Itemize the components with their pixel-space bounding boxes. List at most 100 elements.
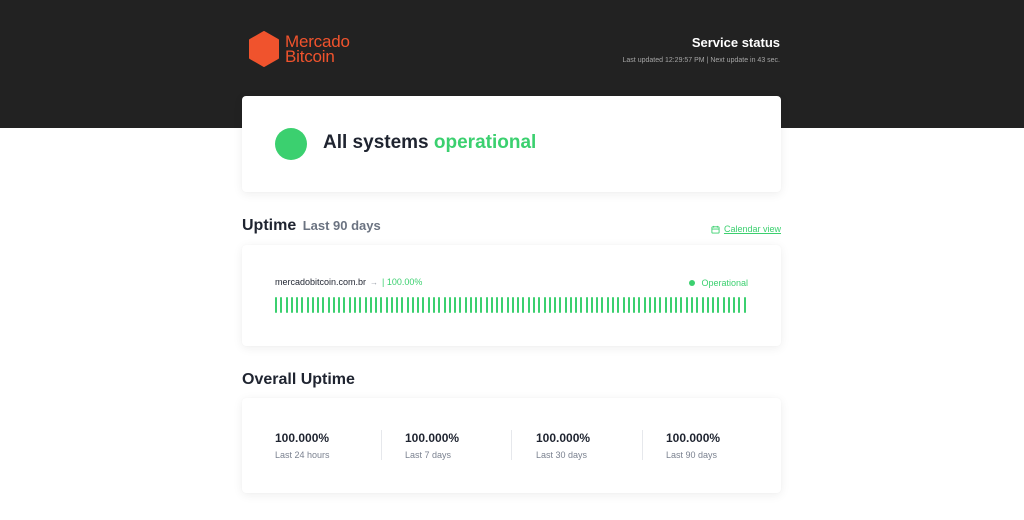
uptime-day-bar[interactable] bbox=[280, 297, 283, 313]
uptime-day-bar[interactable] bbox=[338, 297, 341, 313]
uptime-day-bar[interactable] bbox=[390, 297, 393, 313]
uptime-day-bar[interactable] bbox=[659, 297, 662, 313]
uptime-day-bar[interactable] bbox=[459, 297, 462, 313]
uptime-day-bar[interactable] bbox=[285, 297, 288, 313]
uptime-day-bar[interactable] bbox=[559, 297, 562, 313]
uptime-day-bar[interactable] bbox=[638, 297, 641, 313]
uptime-day-bar[interactable] bbox=[596, 297, 599, 313]
uptime-day-bar[interactable] bbox=[343, 297, 346, 313]
uptime-day-bar[interactable] bbox=[733, 297, 736, 313]
uptime-day-bar[interactable] bbox=[696, 297, 699, 313]
uptime-day-bar[interactable] bbox=[454, 297, 457, 313]
arrow-right-icon[interactable]: → bbox=[370, 278, 378, 287]
uptime-day-bar[interactable] bbox=[359, 297, 362, 313]
uptime-day-bar[interactable] bbox=[396, 297, 399, 313]
uptime-day-bar[interactable] bbox=[706, 297, 709, 313]
uptime-day-bar[interactable] bbox=[311, 297, 314, 313]
uptime-day-bar[interactable] bbox=[348, 297, 351, 313]
overall-uptime-card: 100.000% Last 24 hours 100.000% Last 7 d… bbox=[242, 398, 781, 493]
uptime-day-bar[interactable] bbox=[585, 297, 588, 313]
uptime-day-bar[interactable] bbox=[511, 297, 514, 313]
uptime-day-bar[interactable] bbox=[448, 297, 451, 313]
uptime-day-bar[interactable] bbox=[580, 297, 583, 313]
uptime-day-bar[interactable] bbox=[369, 297, 372, 313]
uptime-day-bar[interactable] bbox=[675, 297, 678, 313]
uptime-day-bar[interactable] bbox=[533, 297, 536, 313]
uptime-day-bar[interactable] bbox=[401, 297, 404, 313]
uptime-day-bar[interactable] bbox=[712, 297, 715, 313]
monitor-name[interactable]: mercadobitcoin.com.br bbox=[275, 277, 366, 287]
uptime-day-bar[interactable] bbox=[322, 297, 325, 313]
uptime-day-bar[interactable] bbox=[380, 297, 383, 313]
uptime-day-bar[interactable] bbox=[506, 297, 509, 313]
brand-logo[interactable]: Mercado Bitcoin bbox=[248, 31, 350, 67]
uptime-day-bar[interactable] bbox=[527, 297, 530, 313]
hexagon-logo-icon bbox=[249, 31, 279, 67]
uptime-day-bar[interactable] bbox=[538, 297, 541, 313]
uptime-day-bar[interactable] bbox=[648, 297, 651, 313]
uptime-day-bar[interactable] bbox=[622, 297, 625, 313]
uptime-day-bar[interactable] bbox=[306, 297, 309, 313]
uptime-day-bar[interactable] bbox=[485, 297, 488, 313]
uptime-day-bar[interactable] bbox=[480, 297, 483, 313]
uptime-day-bar[interactable] bbox=[443, 297, 446, 313]
uptime-day-bar[interactable] bbox=[548, 297, 551, 313]
uptime-day-bar[interactable] bbox=[422, 297, 425, 313]
uptime-day-bar[interactable] bbox=[432, 297, 435, 313]
uptime-day-bar[interactable] bbox=[617, 297, 620, 313]
uptime-day-bar[interactable] bbox=[612, 297, 614, 313]
uptime-day-bar[interactable] bbox=[327, 297, 330, 313]
uptime-day-bar[interactable] bbox=[575, 297, 578, 313]
uptime-day-bar[interactable] bbox=[496, 297, 499, 313]
uptime-day-bar[interactable] bbox=[569, 297, 572, 313]
uptime-card: mercadobitcoin.com.br → | 100.00% Operat… bbox=[242, 245, 781, 346]
uptime-day-bar[interactable] bbox=[701, 297, 704, 313]
uptime-day-bar[interactable] bbox=[438, 297, 441, 313]
uptime-day-bar[interactable] bbox=[738, 297, 741, 313]
uptime-day-bar[interactable] bbox=[685, 297, 688, 313]
uptime-day-bar[interactable] bbox=[406, 297, 409, 313]
uptime-day-bar[interactable] bbox=[464, 297, 467, 313]
uptime-day-bar[interactable] bbox=[332, 297, 335, 313]
uptime-day-bar[interactable] bbox=[590, 297, 593, 313]
uptime-day-bar[interactable] bbox=[717, 297, 720, 313]
uptime-day-bar[interactable] bbox=[627, 297, 630, 313]
uptime-day-bar[interactable] bbox=[469, 297, 472, 313]
header-info: Service status Last updated 12:29:57 PM … bbox=[623, 35, 780, 64]
uptime-day-bar[interactable] bbox=[385, 297, 388, 313]
uptime-day-bar[interactable] bbox=[601, 297, 604, 313]
brand-name: Mercado Bitcoin bbox=[285, 33, 350, 65]
uptime-day-bar[interactable] bbox=[375, 297, 378, 313]
uptime-day-bar[interactable] bbox=[517, 297, 520, 313]
uptime-day-bar[interactable] bbox=[501, 297, 504, 313]
uptime-day-bar[interactable] bbox=[317, 297, 320, 313]
uptime-day-bar[interactable] bbox=[564, 297, 567, 313]
uptime-day-bar[interactable] bbox=[364, 297, 367, 313]
uptime-day-bar[interactable] bbox=[522, 297, 525, 313]
uptime-day-bar[interactable] bbox=[633, 297, 636, 313]
uptime-day-bar[interactable] bbox=[722, 297, 725, 313]
uptime-day-bar[interactable] bbox=[427, 297, 430, 313]
uptime-day-bar[interactable] bbox=[743, 297, 746, 313]
uptime-day-bar[interactable] bbox=[353, 297, 356, 313]
uptime-day-bar[interactable] bbox=[543, 297, 546, 313]
uptime-day-bar[interactable] bbox=[680, 297, 683, 313]
uptime-day-bar[interactable] bbox=[290, 297, 293, 313]
uptime-day-bar[interactable] bbox=[554, 297, 557, 313]
uptime-day-bar[interactable] bbox=[727, 297, 730, 313]
uptime-day-bar[interactable] bbox=[275, 297, 277, 313]
uptime-day-bar[interactable] bbox=[643, 297, 646, 313]
uptime-day-bar[interactable] bbox=[411, 297, 414, 313]
uptime-day-bar[interactable] bbox=[490, 297, 493, 313]
uptime-day-bar[interactable] bbox=[654, 297, 657, 313]
uptime-day-bar[interactable] bbox=[417, 297, 420, 313]
uptime-day-bar[interactable] bbox=[664, 297, 667, 313]
uptime-day-bar[interactable] bbox=[475, 297, 478, 313]
calendar-view-link[interactable]: Calendar view bbox=[711, 224, 781, 234]
uptime-day-bar[interactable] bbox=[690, 297, 693, 313]
uptime-day-bar[interactable] bbox=[606, 297, 609, 313]
uptime-day-bar[interactable] bbox=[296, 297, 299, 313]
monitor-row: mercadobitcoin.com.br → | 100.00% bbox=[275, 277, 422, 287]
uptime-day-bar[interactable] bbox=[301, 297, 304, 313]
uptime-day-bar[interactable] bbox=[669, 297, 672, 313]
